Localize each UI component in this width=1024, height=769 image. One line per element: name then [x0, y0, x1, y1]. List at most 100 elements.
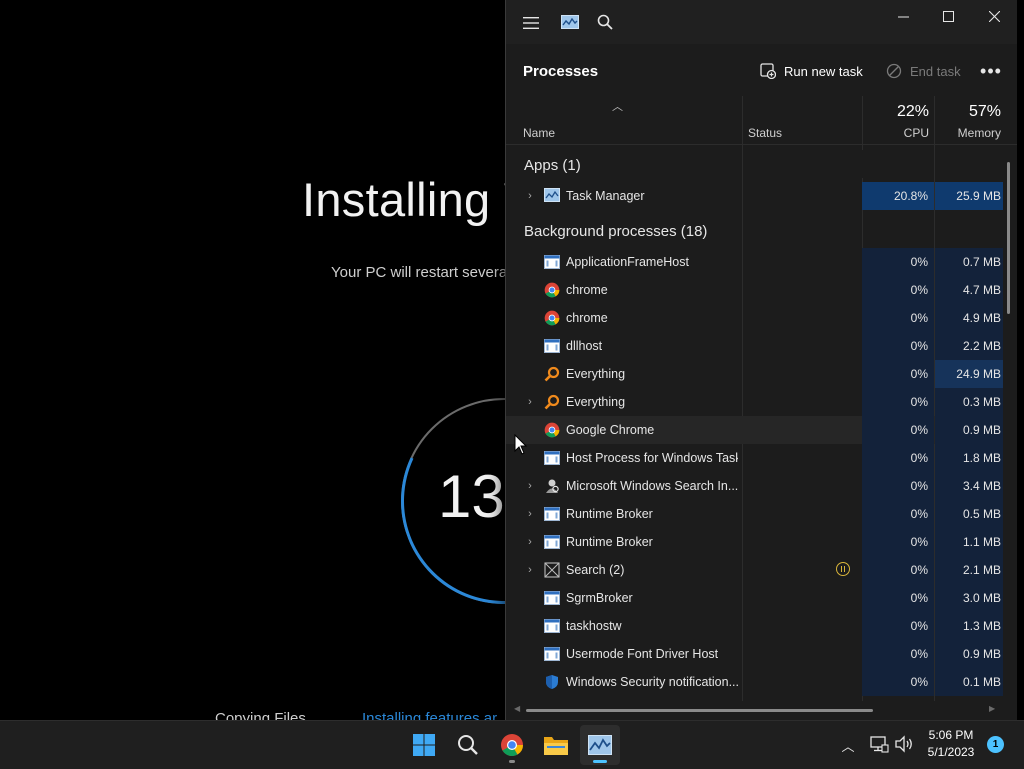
magnifier-orange-icon: [544, 394, 560, 410]
process-name: Windows Security notification...: [566, 675, 738, 689]
process-name: Task Manager: [566, 189, 645, 203]
process-row[interactable]: › Everything 0% 0.3 MB: [506, 388, 1003, 416]
process-cpu: 0%: [862, 276, 934, 304]
close-button[interactable]: [971, 0, 1017, 32]
end-task-button[interactable]: End task: [886, 60, 961, 82]
process-memory: 1.3 MB: [935, 612, 1003, 640]
process-row[interactable]: Everything 0% 24.9 MB: [506, 360, 1003, 388]
process-memory: 0.3 MB: [935, 388, 1003, 416]
process-row[interactable]: taskhostw 0% 1.3 MB: [506, 612, 1003, 640]
windows-logo-icon: [413, 734, 435, 756]
process-cpu: 0%: [862, 668, 934, 696]
cpu-total[interactable]: 22%: [862, 103, 929, 121]
expand-chevron-icon[interactable]: ›: [524, 479, 536, 493]
process-name: Runtime Broker: [566, 507, 653, 521]
process-row[interactable]: chrome 0% 4.9 MB: [506, 304, 1003, 332]
process-cpu: 0%: [862, 584, 934, 612]
scroll-right-icon[interactable]: ▶: [989, 704, 995, 713]
process-row[interactable]: dllhost 0% 2.2 MB: [506, 332, 1003, 360]
search-icon[interactable]: [594, 11, 616, 33]
process-memory: 4.7 MB: [935, 276, 1003, 304]
process-cpu: 0%: [862, 360, 934, 388]
vertical-scrollbar[interactable]: [1007, 162, 1010, 314]
horizontal-scrollbar[interactable]: [526, 709, 873, 712]
minimize-icon: [897, 16, 909, 17]
process-name: Runtime Broker: [566, 535, 653, 549]
setup-step-copying: Copying Files: [215, 710, 306, 720]
show-hidden-icons-icon[interactable]: ︿: [838, 733, 858, 757]
process-row[interactable]: Google Chrome 0% 0.9 MB: [506, 416, 1003, 444]
magnifier-orange-icon: [544, 366, 560, 382]
process-row[interactable]: › Microsoft Windows Search In... 0% 3.4 MB: [506, 472, 1003, 500]
process-name: SgrmBroker: [566, 591, 633, 605]
group-label: Background processes (18): [524, 223, 708, 240]
app-row[interactable]: › Task Manager 20.8% 25.9 MB: [506, 182, 1003, 210]
process-row[interactable]: Host Process for Windows Tasks 0% 1.8 MB: [506, 444, 1003, 472]
process-memory: 24.9 MB: [935, 360, 1003, 388]
column-name[interactable]: Name: [523, 126, 555, 140]
run-new-task-button[interactable]: Run new task: [760, 60, 863, 82]
process-memory: 0.9 MB: [935, 416, 1003, 444]
chrome-icon: [501, 734, 523, 756]
process-cpu: 0%: [862, 304, 934, 332]
taskbar-chrome[interactable]: [492, 725, 532, 765]
taskbar-file-explorer[interactable]: [536, 725, 576, 765]
process-cpu: 0%: [862, 612, 934, 640]
search-box-icon: [544, 562, 560, 578]
process-memory: 2.1 MB: [935, 556, 1003, 584]
process-memory: 3.4 MB: [935, 472, 1003, 500]
process-row[interactable]: › Runtime Broker 0% 1.1 MB: [506, 528, 1003, 556]
group-cpu-cell: [862, 150, 934, 178]
process-row[interactable]: Windows Security notification... 0% 0.1 MB: [506, 668, 1003, 696]
expand-chevron-icon[interactable]: ›: [524, 507, 536, 521]
group-apps: Apps (1): [506, 150, 1003, 182]
process-memory: 2.2 MB: [935, 332, 1003, 360]
memory-total[interactable]: 57%: [935, 103, 1001, 121]
taskbar: ︿ 5:06 PM 5/1/2023 1: [0, 720, 1024, 769]
clock[interactable]: 5:06 PM 5/1/2023: [916, 727, 986, 761]
process-memory: 1.1 MB: [935, 528, 1003, 556]
folder-icon: [544, 737, 568, 755]
taskbar-task-manager[interactable]: [580, 725, 620, 765]
process-cpu: 0%: [862, 556, 934, 584]
expand-chevron-icon[interactable]: ›: [524, 189, 536, 203]
process-row[interactable]: › Search (2) 0% 2.1 MB: [506, 556, 1003, 584]
task-manager-icon: [544, 188, 560, 204]
column-memory[interactable]: Memory: [935, 126, 1001, 140]
process-row[interactable]: ApplicationFrameHost 0% 0.7 MB: [506, 248, 1003, 276]
process-name: Search (2): [566, 563, 625, 577]
column-status[interactable]: Status: [748, 126, 782, 140]
process-cpu: 0%: [862, 388, 934, 416]
expand-chevron-icon[interactable]: ›: [524, 395, 536, 409]
process-row[interactable]: SgrmBroker 0% 3.0 MB: [506, 584, 1003, 612]
process-cpu: 0%: [862, 416, 934, 444]
chrome-icon: [544, 310, 560, 326]
expand-chevron-icon[interactable]: ›: [524, 563, 536, 577]
more-options-icon[interactable]: •••: [980, 60, 1002, 82]
taskbar-search-button[interactable]: [448, 725, 488, 765]
start-button[interactable]: [404, 725, 444, 765]
expand-chevron-icon[interactable]: ›: [524, 535, 536, 549]
process-cpu: 0%: [862, 332, 934, 360]
process-row[interactable]: › Runtime Broker 0% 0.5 MB: [506, 500, 1003, 528]
process-memory: 25.9 MB: [935, 182, 1003, 210]
column-cpu[interactable]: CPU: [862, 126, 929, 140]
network-icon[interactable]: [869, 734, 889, 754]
run-new-task-label: Run new task: [784, 63, 863, 79]
volume-icon[interactable]: [894, 734, 914, 754]
minimize-button[interactable]: [880, 0, 926, 32]
running-indicator: [509, 760, 515, 763]
scroll-left-icon[interactable]: ◀: [514, 704, 520, 713]
window-app-icon: [544, 534, 560, 550]
run-task-icon: [760, 63, 776, 79]
hamburger-menu-icon[interactable]: [520, 12, 542, 34]
title-bar[interactable]: [506, 0, 1017, 44]
group-background: Background processes (18): [506, 216, 1003, 248]
process-row[interactable]: Usermode Font Driver Host 0% 0.9 MB: [506, 640, 1003, 668]
process-name: Usermode Font Driver Host: [566, 647, 719, 661]
window-app-icon: [544, 506, 560, 522]
notification-badge[interactable]: 1: [987, 736, 1004, 753]
setup-title: Installing V: [302, 173, 536, 226]
process-row[interactable]: chrome 0% 4.7 MB: [506, 276, 1003, 304]
maximize-button[interactable]: [925, 0, 971, 32]
